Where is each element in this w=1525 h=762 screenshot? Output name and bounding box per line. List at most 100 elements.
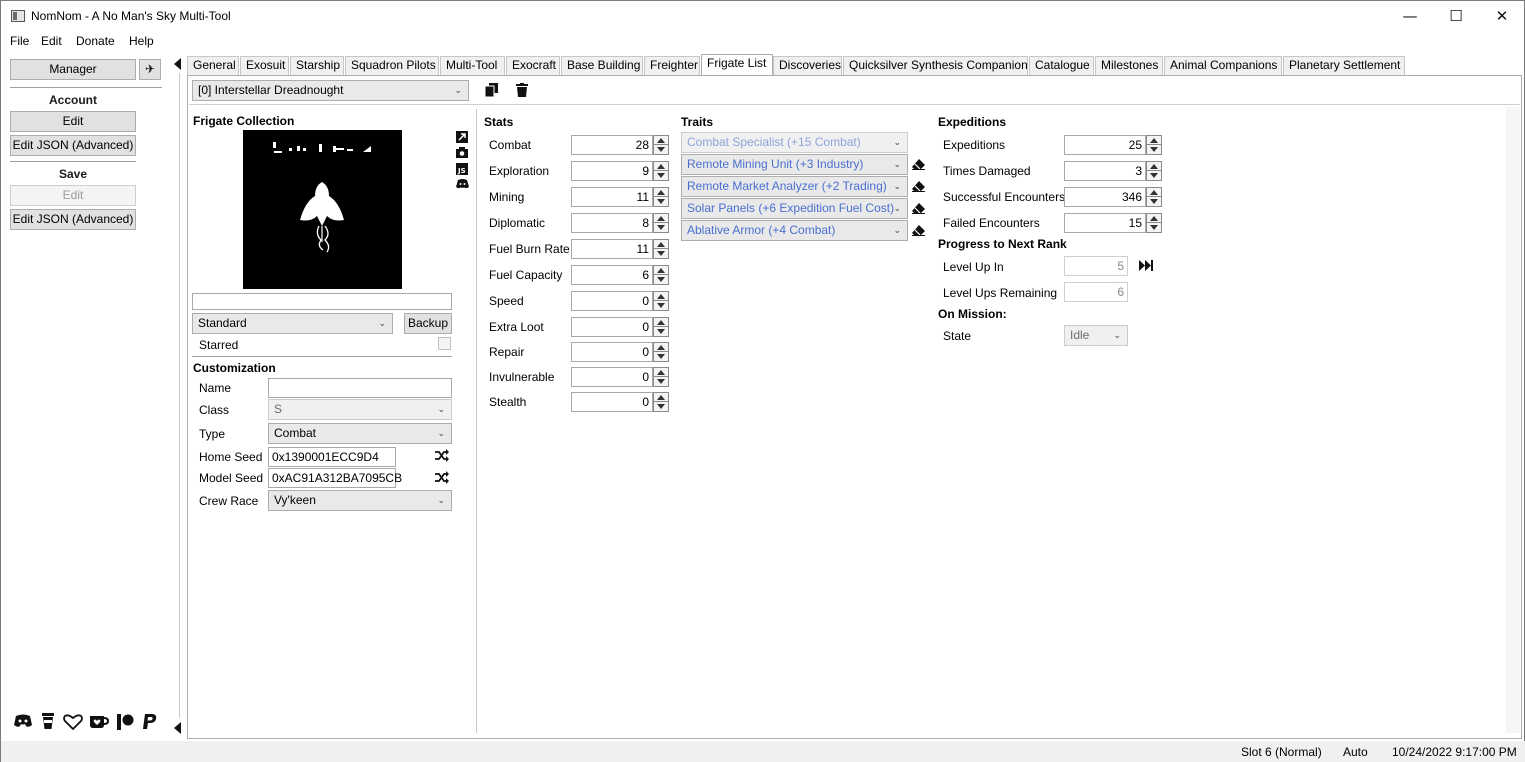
stepper-arrows-icon[interactable] [653, 265, 669, 285]
status-datetime: 10/24/2022 9:17:00 PM [1392, 745, 1517, 759]
menu-help[interactable]: Help [129, 34, 154, 48]
stepper-arrows-icon[interactable] [653, 291, 669, 311]
trait-select[interactable]: Remote Market Analyzer (+2 Trading) ⌄ [681, 176, 908, 197]
stepper-arrows-icon[interactable] [1146, 213, 1162, 233]
stepper-arrows-icon[interactable] [653, 367, 669, 387]
eraser-icon[interactable] [912, 203, 925, 214]
backup-button[interactable]: Backup [404, 313, 452, 334]
account-edit-button[interactable]: Edit [10, 111, 136, 132]
level-ups-remaining-input[interactable]: 6 [1064, 282, 1128, 302]
frigate-selector[interactable]: [0] Interstellar Dreadnought ⌄ [192, 80, 469, 101]
stepper-arrows-icon[interactable] [653, 187, 669, 207]
trait-select[interactable]: Ablative Armor (+4 Combat) ⌄ [681, 220, 908, 241]
stepper-arrows-icon[interactable] [653, 213, 669, 233]
tab-multi-tool[interactable]: Multi-Tool [440, 56, 505, 75]
tab-base-building[interactable]: Base Building [561, 56, 643, 75]
tab-quicksilver-synthesis-companion[interactable]: Quicksilver Synthesis Companion [843, 56, 1028, 75]
tab-frigate-list[interactable]: Frigate List [701, 54, 773, 76]
manager-button[interactable]: Manager [10, 59, 136, 80]
tab-freighter[interactable]: Freighter [644, 56, 700, 75]
account-edit-json-button[interactable]: Edit JSON (Advanced) [10, 135, 136, 156]
menu-donate[interactable]: Donate [76, 34, 115, 48]
open-external-icon[interactable] [456, 131, 468, 143]
tab-milestones[interactable]: Milestones [1095, 56, 1163, 75]
type-select[interactable]: Combat ⌄ [268, 423, 452, 444]
stepper-arrows-icon[interactable] [1146, 161, 1162, 181]
stat-value-input[interactable]: 9 [571, 161, 653, 181]
shuffle-icon[interactable] [435, 449, 449, 462]
stepper-arrows-icon[interactable] [653, 135, 669, 155]
stat-value-input[interactable]: 0 [571, 291, 653, 311]
camera-icon[interactable] [456, 147, 468, 158]
ko-fi-icon[interactable] [89, 715, 109, 729]
state-select[interactable]: Idle ⌄ [1064, 325, 1128, 346]
tab-squadron-pilots[interactable]: Squadron Pilots [345, 56, 439, 75]
eraser-icon[interactable] [912, 159, 925, 170]
collapse-panel-icon[interactable] [174, 58, 181, 70]
home-seed-input[interactable]: 0x1390001ECC9D4 [268, 447, 396, 467]
save-edit-button[interactable]: Edit [10, 185, 136, 206]
coffee-cup-icon[interactable] [41, 712, 55, 730]
collapse-panel-icon-bottom[interactable] [174, 722, 181, 734]
stat-value-input[interactable]: 0 [571, 317, 653, 337]
eraser-icon[interactable] [912, 225, 925, 236]
discord-icon[interactable] [13, 714, 33, 728]
stepper-arrows-icon[interactable] [1146, 187, 1162, 207]
expedition-stat-input[interactable]: 15 [1064, 213, 1146, 233]
stepper-arrows-icon[interactable] [653, 161, 669, 181]
collection-name-input[interactable] [192, 293, 452, 310]
tab-catalogue[interactable]: Catalogue [1029, 56, 1094, 75]
stat-value-input[interactable]: 0 [571, 392, 653, 412]
json-file-icon[interactable]: JS [456, 163, 468, 175]
close-button[interactable]: ✕ [1479, 1, 1525, 32]
tab-discoveries[interactable]: Discoveries [773, 56, 842, 75]
stepper-arrows-icon[interactable] [653, 342, 669, 362]
stat-value-input[interactable]: 28 [571, 135, 653, 155]
vertical-scrollbar[interactable] [1506, 107, 1520, 733]
shuffle-icon[interactable] [435, 471, 449, 484]
fast-forward-icon[interactable] [1139, 260, 1153, 271]
tab-exosuit[interactable]: Exosuit [240, 56, 289, 75]
menu-edit[interactable]: Edit [41, 34, 62, 48]
tab-starship[interactable]: Starship [290, 56, 344, 75]
expedition-stat-input[interactable]: 3 [1064, 161, 1146, 181]
stepper-arrows-icon[interactable] [653, 317, 669, 337]
stat-value-input[interactable]: 11 [571, 187, 653, 207]
patreon-icon[interactable] [116, 713, 134, 731]
name-input[interactable] [268, 378, 452, 398]
save-edit-json-button[interactable]: Edit JSON (Advanced) [10, 209, 136, 230]
collection-mode-select[interactable]: Standard ⌄ [192, 313, 393, 334]
stat-value-input[interactable]: 8 [571, 213, 653, 233]
expedition-stat-input[interactable]: 346 [1064, 187, 1146, 207]
copy-icon[interactable] [485, 83, 498, 97]
class-select[interactable]: S ⌄ [268, 399, 452, 420]
starred-checkbox[interactable] [438, 337, 451, 350]
trait-select[interactable]: Combat Specialist (+15 Combat) ⌄ [681, 132, 908, 153]
discord-icon-small[interactable] [456, 179, 469, 189]
trait-select[interactable]: Solar Panels (+6 Expedition Fuel Cost) ⌄ [681, 198, 908, 219]
tab-general[interactable]: General [187, 56, 239, 75]
paypal-icon[interactable] [142, 713, 158, 731]
tab-exocraft[interactable]: Exocraft [506, 56, 560, 75]
menu-file[interactable]: File [10, 34, 29, 48]
crew-race-select[interactable]: Vy'keen ⌄ [268, 490, 452, 511]
trait-select[interactable]: Remote Mining Unit (+3 Industry) ⌄ [681, 154, 908, 175]
maximize-button[interactable]: ☐ [1433, 1, 1479, 32]
stat-value-input[interactable]: 6 [571, 265, 653, 285]
tab-animal-companions[interactable]: Animal Companions [1164, 56, 1282, 75]
expedition-stat-input[interactable]: 25 [1064, 135, 1146, 155]
airplane-button[interactable]: ✈ [139, 59, 161, 80]
model-seed-input[interactable]: 0xAC91A312BA7095CB [268, 468, 402, 488]
eraser-icon[interactable] [912, 181, 925, 192]
stat-value-input[interactable]: 0 [571, 342, 653, 362]
tab-planetary-settlement[interactable]: Planetary Settlement [1283, 56, 1405, 75]
minimize-button[interactable]: — [1387, 1, 1433, 32]
level-up-in-input[interactable]: 5 [1064, 256, 1128, 276]
stat-value-input[interactable]: 0 [571, 367, 653, 387]
trash-icon[interactable] [516, 83, 528, 97]
stepper-arrows-icon[interactable] [1146, 135, 1162, 155]
stepper-arrows-icon[interactable] [653, 239, 669, 259]
heart-icon[interactable] [63, 714, 83, 730]
stat-value-input[interactable]: 11 [571, 239, 653, 259]
stepper-arrows-icon[interactable] [653, 392, 669, 412]
